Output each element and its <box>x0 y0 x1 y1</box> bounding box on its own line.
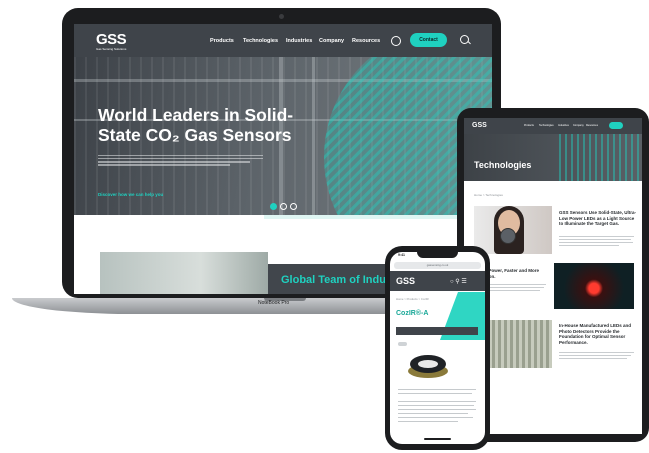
laptop-camera <box>279 14 284 19</box>
hero-title: World Leaders in Solid- State CO₂ Gas Se… <box>98 105 294 145</box>
phone-status-time: 9:41 <box>398 253 406 257</box>
text-line <box>559 245 619 246</box>
text-line <box>398 413 468 415</box>
hero-banner: World Leaders in Solid- State CO₂ Gas Se… <box>74 57 492 215</box>
carousel-dot[interactable] <box>290 203 297 210</box>
tablet-contact-button[interactable] <box>609 122 623 129</box>
phone-notch <box>417 250 458 258</box>
tablet-footer-space <box>464 380 642 434</box>
phone-breadcrumb[interactable]: Home > Products > CozIR <box>396 297 429 301</box>
text-line <box>398 409 476 411</box>
tablet-logo[interactable]: GSS <box>472 122 487 129</box>
logo-tagline: Gas Sensing Solutions <box>96 47 127 51</box>
tablet-nav-products[interactable]: Products <box>524 124 534 127</box>
phone-home-indicator <box>424 438 451 440</box>
toggle-switch[interactable] <box>398 342 407 346</box>
menu-icon[interactable]: ☰ <box>461 279 466 285</box>
phone-header-icons: ○ ⚲ ☰ <box>450 278 467 285</box>
text-line <box>398 421 458 423</box>
tablet-breadcrumb[interactable]: Home > Technologies <box>474 193 503 197</box>
team-photo <box>100 252 268 294</box>
nav-resources[interactable]: Resources <box>352 38 380 44</box>
carousel-dot[interactable] <box>280 203 287 210</box>
sensor-label <box>418 360 438 368</box>
hero-link[interactable]: Discover how we can help you <box>98 192 163 197</box>
laptop-brand: NoteBook Pro <box>258 300 290 306</box>
phone-logo[interactable]: GSS <box>396 276 415 286</box>
sensor-disc <box>500 228 516 244</box>
phone-url-bar[interactable]: gassensing.co.uk <box>394 262 481 269</box>
tablet-nav-technologies[interactable]: Technologies <box>539 124 554 127</box>
nav-company[interactable]: Company <box>319 38 344 44</box>
tablet-nav-company[interactable]: Company <box>573 124 584 127</box>
contact-button[interactable]: Contact <box>410 33 447 47</box>
text-line <box>398 401 476 403</box>
tablet-nav-resources[interactable]: Resources <box>586 124 598 127</box>
phone-dark-bar <box>396 327 478 335</box>
globe-icon[interactable] <box>391 36 401 46</box>
team-card-title: Global Team of Indus <box>281 274 393 286</box>
text-line <box>559 358 627 359</box>
carousel-dot-active[interactable] <box>270 203 277 210</box>
site-logo[interactable]: GSS Gas Sensing Solutions <box>96 31 127 51</box>
tablet-item1-title: GSS Sensors Use Solid-State, Ultra-Low P… <box>559 210 637 226</box>
search-icon[interactable]: ⚲ <box>455 279 459 285</box>
text-line <box>398 405 474 407</box>
globe-icon[interactable]: ○ <box>450 279 454 285</box>
text-line <box>398 389 476 391</box>
tablet-hero <box>464 134 642 181</box>
tablet-page-title: Technologies <box>474 160 532 170</box>
text-line <box>559 352 634 353</box>
led-photo <box>554 263 634 309</box>
tablet-item3-title: In-House Manufactured LEDs and Photo Det… <box>559 323 632 345</box>
tablet-nav-industries[interactable]: Industries <box>558 124 569 127</box>
nav-products[interactable]: Products <box>210 38 234 44</box>
text-line <box>559 239 631 240</box>
nav-technologies[interactable]: Technologies <box>243 38 278 44</box>
hero-subtext <box>98 153 263 167</box>
text-line <box>398 393 472 395</box>
text-line <box>559 355 631 356</box>
tablet-hero-teal <box>559 134 642 181</box>
nav-industries[interactable]: Industries <box>286 38 312 44</box>
tablet-screen: GSS Products Technologies Industries Com… <box>464 118 642 434</box>
text-line <box>559 242 633 243</box>
phone-product-title: CozIR®-A <box>396 310 429 317</box>
text-line <box>559 236 634 237</box>
text-line <box>398 417 473 419</box>
phone-screen: 9:41 gassensing.co.uk GSS ○ ⚲ ☰ Home > P… <box>390 252 485 444</box>
